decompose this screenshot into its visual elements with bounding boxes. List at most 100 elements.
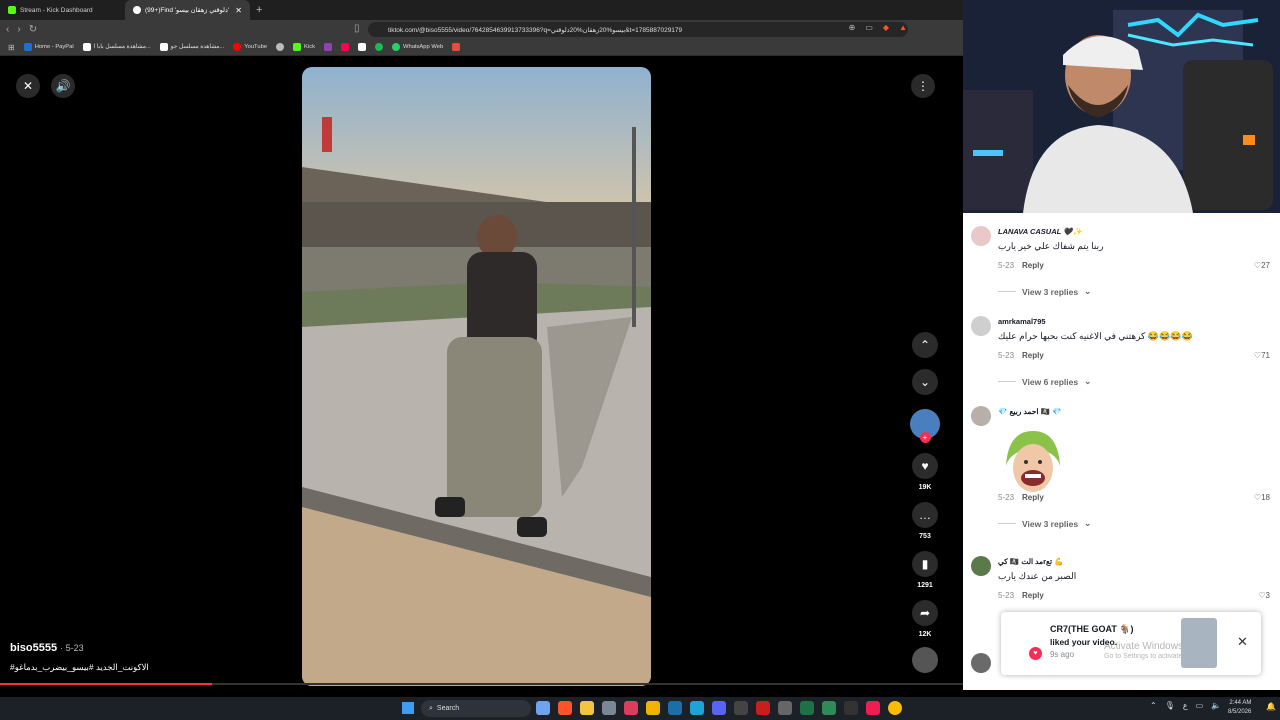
comment-like[interactable]: ♡3 [1258,591,1270,600]
forward-icon[interactable]: › [17,24,20,35]
notification-bell-icon[interactable]: 🔔 [1266,702,1276,711]
video-caption[interactable]: #الاكونت_الجديد #بيسو_بيضرب_بدماغو [10,662,149,673]
heart-icon: ♥ [912,453,938,479]
comment-button[interactable]: … 753 [910,502,940,540]
language-indicator[interactable]: ع [1183,701,1188,710]
author-name[interactable]: biso5555 [10,642,57,654]
video-author[interactable]: biso5555 · 5-23 [10,642,84,654]
zoom-icon[interactable]: ⊕ [849,23,856,32]
next-video-button[interactable]: ⌄ [910,369,940,395]
bookmark-whatsapp[interactable]: WhatsApp Web [392,43,443,51]
creator-avatar[interactable]: + [910,409,940,443]
steam-icon[interactable] [668,701,682,715]
avatar[interactable] [971,226,991,246]
cast-icon[interactable]: ▭ [865,23,873,32]
reload-icon[interactable]: ↻ [29,24,37,35]
video-progress-bar[interactable] [0,683,963,685]
windows-start-icon[interactable] [402,702,414,714]
bookmark-tiktok[interactable] [341,43,349,51]
edge-icon[interactable] [690,701,704,715]
follow-plus-icon[interactable]: + [919,432,931,443]
taskbar-search-box[interactable]: ⌕ Search [421,700,531,717]
chevron-down-icon: ⌄ [1084,376,1092,386]
reply-button[interactable]: Reply [1022,261,1044,270]
share-button[interactable]: ➦ 12K [910,600,940,638]
volume-button[interactable]: 🔊 [51,74,75,98]
notes-icon[interactable] [778,701,792,715]
spreadsheet-icon[interactable] [822,701,836,715]
close-tab-icon[interactable]: ✕ [235,6,242,15]
close-video-button[interactable]: ✕ [16,74,40,98]
bookmark-kick[interactable]: Kick [293,43,315,51]
rewards-icon[interactable]: ▲ [899,23,907,32]
save-button[interactable]: ▮ 1291 [910,551,940,589]
terminal-icon[interactable] [734,701,748,715]
clock[interactable]: 2:44 AM 8/5/2026 [1228,699,1251,717]
bookmark-page[interactable] [358,43,366,51]
app-icon[interactable] [646,701,660,715]
network-icon[interactable]: ▭ [1196,701,1204,710]
volume-icon[interactable]: 🔈 [1211,701,1221,710]
search-label: Search [436,705,460,712]
apps-grid-icon[interactable]: ⊞ [8,43,15,52]
avatar[interactable] [971,653,991,673]
comment-author[interactable]: 💎 احمد ربيع 🏴‍☠️ 💎 [998,407,1061,416]
comment-like[interactable]: ♡27 [1254,261,1270,270]
reply-button[interactable]: Reply [1022,351,1044,360]
avatar[interactable] [971,316,991,336]
comment-author[interactable]: amrkamal795 [998,317,1046,326]
comment-like[interactable]: ♡71 [1254,351,1270,360]
paypal-icon [23,43,32,51]
close-notification-icon[interactable]: ✕ [1237,634,1248,650]
sticker-image[interactable] [998,426,1068,496]
sound-disc[interactable] [910,647,940,673]
comment-author[interactable]: مد الت 🏴‍☠️ كيrتع 💪 [998,557,1064,566]
bookmark-youtube[interactable]: YouTube [233,43,267,51]
bookmark-series-1[interactable]: مشاهدة مسلسل بابا ا... [82,43,151,51]
settings-icon[interactable] [624,701,638,715]
prev-video-button[interactable]: ⌃ [910,332,940,358]
bookmark-extra[interactable] [452,43,461,51]
more-options-button[interactable]: ⋮ [911,74,935,98]
brave-icon[interactable] [558,701,572,715]
excel-icon[interactable] [800,701,814,715]
capcut-icon[interactable] [844,701,858,715]
media-icon[interactable] [756,701,770,715]
view-replies-button[interactable]: View 6 replies ⌄ [998,376,1091,387]
bookmark-spotify[interactable] [375,43,383,51]
reply-button[interactable]: Reply [1022,493,1044,502]
bookmark-twitch[interactable] [324,43,332,51]
avatar[interactable] [971,556,991,576]
like-notification[interactable]: ♥ CR7(THE GOAT 🐐) liked your video. 9s a… [1001,612,1261,675]
file-explorer-icon[interactable] [580,701,594,715]
back-icon[interactable]: ‹ [6,24,9,35]
tab-tiktok[interactable]: (99+)Find 'دلوقتي زهقان بيسو' ✕ [125,0,250,20]
view-replies-button[interactable]: View 3 replies ⌄ [998,518,1091,529]
bookmark-paypal[interactable]: Home - PayPal [23,43,74,51]
video-player[interactable] [302,67,651,686]
new-tab-button[interactable]: + [250,4,268,16]
brave-shield-icon[interactable]: ◆ [883,23,889,32]
photos-icon[interactable] [602,701,616,715]
like-button[interactable]: ♥ 19K [910,453,940,491]
liked-video-thumbnail[interactable] [1181,618,1217,668]
discord-icon[interactable] [712,701,726,715]
tab-kick-dashboard[interactable]: Stream - Kick Dashboard [0,0,125,20]
comment-author[interactable]: LANAVA CASUAL 🖤✨ [998,227,1082,236]
microphone-icon[interactable]: 🎙 [1165,701,1175,710]
view-replies-button[interactable]: View 3 replies ⌄ [998,286,1091,297]
reply-button[interactable]: Reply [1022,591,1044,600]
bookmark-series-2[interactable]: مشاهدة مسلسل جو... [159,43,224,51]
bookmark-globe[interactable] [276,43,285,51]
url-input[interactable]: tiktok.com/@biso5555/video/7642854639913… [368,22,908,37]
music-disc-icon [912,647,938,673]
chevron-up-icon[interactable]: ⌃ [1150,701,1157,710]
avatar[interactable] [971,406,991,426]
share-count: 12K [918,631,932,638]
copilot-icon[interactable] [536,701,550,715]
heart-outline-icon: ♡ [1258,591,1266,600]
chrome-icon[interactable] [888,701,902,715]
comment-like[interactable]: ♡18 [1254,493,1270,502]
bookmark-page-icon[interactable]: ▯ [354,23,360,34]
tiktok-icon[interactable] [866,701,880,715]
